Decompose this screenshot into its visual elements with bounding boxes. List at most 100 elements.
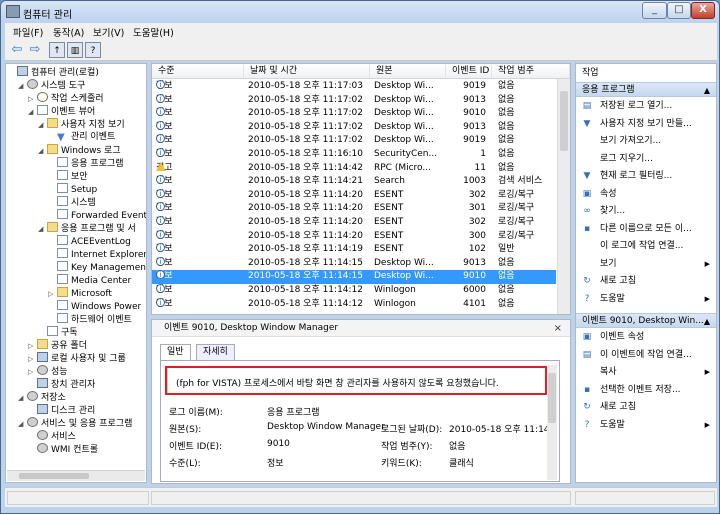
expand-toggle-icon[interactable]: ◢	[38, 145, 47, 158]
menu-file[interactable]: 파일(F)	[13, 25, 43, 39]
action-item[interactable]: 보기 ▶	[576, 257, 716, 272]
action-item[interactable]: ▼ 현재 로그 필터링...	[576, 169, 716, 184]
up-level-icon[interactable]: ↑	[49, 42, 65, 58]
column-source[interactable]: 원본	[370, 64, 446, 79]
back-arrow-icon[interactable]: ⇦	[9, 42, 25, 58]
tree-item[interactable]: ◢ 사용자 지정 보기	[38, 118, 125, 131]
event-row[interactable]: i정보 2010-05-18 오후 11:17:02 Desktop Wi... 90…	[152, 120, 556, 135]
tree-item[interactable]: ▷ 로컬 사용자 및 그룹	[28, 352, 126, 365]
expand-toggle-icon[interactable]: ◢	[18, 80, 27, 93]
tree-item[interactable]: ▷ 성능	[28, 365, 68, 378]
title-bar[interactable]: 컴퓨터 관리 _ □ X	[1, 1, 719, 23]
expand-toggle-icon[interactable]: ◢	[38, 119, 47, 132]
event-row[interactable]: i정보 2010-05-18 오후 11:14:20 ESENT 302 로깅/복구	[152, 188, 556, 203]
tree-item[interactable]: Windows Power	[48, 300, 141, 313]
event-list-scrollbar[interactable]	[557, 79, 570, 314]
action-item[interactable]: ? 도움말 ▶	[576, 418, 716, 433]
action-item[interactable]: ▤ 저장된 로그 열기...	[576, 99, 716, 114]
event-row[interactable]: i정보 2010-05-18 오후 11:16:10 SecurityCen... 1…	[152, 148, 556, 162]
tree-item[interactable]: 보안	[48, 170, 88, 183]
tree-item[interactable]: ▷ 공유 폴더	[28, 339, 87, 352]
tree-item[interactable]: Setup	[48, 183, 97, 196]
action-item[interactable]: ▪ 선택한 이벤트 저장...	[576, 383, 716, 398]
tree-item[interactable]: WMI 컨트롤	[28, 443, 98, 456]
tree-item[interactable]: ◢ 시스템 도구	[18, 79, 85, 92]
detail-scrollbar[interactable]	[547, 365, 557, 480]
maximize-button[interactable]: □	[667, 2, 691, 19]
actions-section-event[interactable]: 이벤트 9010, Desktop Win... ▲	[576, 313, 716, 328]
event-row[interactable]: i정보 2010-05-18 오후 11:14:15 Desktop Wi... 90…	[152, 256, 556, 271]
action-item[interactable]: 로그 지우기...	[576, 152, 716, 167]
event-row[interactable]: i정보 2010-05-18 오후 11:14:19 ESENT 102 일반	[152, 243, 556, 257]
tab-details[interactable]: 자세히	[196, 344, 235, 360]
menu-action[interactable]: 동작(A)	[53, 25, 84, 39]
event-row[interactable]: i정보 2010-05-18 오후 11:14:12 Winlogon 6000 없음	[152, 284, 556, 298]
tree-item[interactable]: ▷ Microsoft	[48, 287, 112, 300]
column-date-time[interactable]: 날짜 및 시간	[244, 64, 370, 79]
expand-toggle-icon[interactable]: ◢	[18, 418, 27, 431]
tree-item[interactable]: Forwarded Event	[48, 209, 146, 222]
event-row[interactable]: i정보 2010-05-18 오후 11:14:15 Desktop Wi... 90…	[152, 270, 556, 284]
tree-item[interactable]: ◢ 이벤트 뷰어	[28, 105, 95, 118]
action-item[interactable]: ▣ 속성	[576, 187, 716, 202]
event-row[interactable]: i정보 2010-05-18 오후 11:14:21 Search 1003 검색 서비…	[152, 175, 556, 189]
tree-item[interactable]: Media Center	[48, 274, 131, 287]
tree-item[interactable]: ◢ 저장소	[18, 391, 66, 404]
tree-item[interactable]: 시스템	[48, 196, 96, 209]
column-task-category[interactable]: 작업 범주	[492, 64, 570, 79]
action-item[interactable]: 이 로그에 작업 연결...	[576, 239, 716, 254]
close-button[interactable]: X	[691, 2, 715, 19]
tree-item[interactable]: ◢ 응용 프로그램 및 서	[38, 222, 136, 235]
action-item[interactable]: ↻ 새로 고침	[576, 274, 716, 289]
tree-item[interactable]: 구독	[38, 326, 78, 339]
tree-item[interactable]: 하드웨어 이벤트	[48, 313, 132, 326]
action-item[interactable]: ↻ 새로 고침	[576, 400, 716, 415]
event-row[interactable]: i정보 2010-05-18 오후 11:14:20 ESENT 300 로깅/복구	[152, 229, 556, 244]
help-icon[interactable]: ?	[85, 42, 101, 58]
action-item[interactable]: ? 도움말 ▶	[576, 292, 716, 307]
column-level[interactable]: 수준	[152, 64, 244, 79]
event-row[interactable]: i정보 2010-05-18 오후 11:17:02 Desktop Wi... 90…	[152, 93, 556, 108]
event-row[interactable]: 경고 2010-05-18 오후 11:14:42 RPC (Micro... 11 없…	[152, 161, 556, 176]
minimize-button[interactable]: _	[642, 2, 667, 19]
tree-item[interactable]: 응용 프로그램	[48, 157, 124, 170]
collapse-icon[interactable]: ▲	[704, 314, 710, 329]
expand-toggle-icon[interactable]: ◢	[28, 106, 37, 119]
actions-section-application[interactable]: 응용 프로그램 ▲	[576, 82, 716, 97]
tree-item[interactable]: Key Management	[48, 261, 146, 274]
event-row[interactable]: i정보 2010-05-18 오후 11:14:20 ESENT 302 로깅/복구	[152, 216, 556, 230]
tree-item[interactable]: ◢ Windows 로그	[38, 144, 121, 157]
forward-arrow-icon[interactable]: ⇨	[27, 42, 43, 58]
show-hide-tree-icon[interactable]: ▥	[67, 42, 83, 58]
action-item[interactable]: ▪ 다른 이름으로 모든 이...	[576, 222, 716, 237]
action-item[interactable]: 보기 가져오기...	[576, 134, 716, 149]
event-row[interactable]: i정보 2010-05-18 오후 11:17:02 Desktop Wi... 90…	[152, 107, 556, 121]
tree-item[interactable]: ▷ 작업 스케줄러	[28, 92, 104, 105]
tree-item[interactable]: 컴퓨터 관리(로컬)	[8, 66, 99, 79]
action-item[interactable]: 복사 ▶	[576, 365, 716, 380]
tab-general[interactable]: 일반	[160, 344, 191, 360]
collapse-icon[interactable]: ▲	[704, 83, 710, 98]
tree-item[interactable]: ACEEventLog	[48, 235, 131, 248]
column-event-id[interactable]: 이벤트 ID	[446, 64, 492, 79]
event-row[interactable]: i정보 2010-05-18 오후 11:17:02 Desktop Wi... 90…	[152, 134, 556, 148]
event-row[interactable]: i정보 2010-05-18 오후 11:14:20 ESENT 301 로깅/복구	[152, 202, 556, 216]
event-row[interactable]: i정보 2010-05-18 오후 11:17:03 Desktop Wi... 90…	[152, 80, 556, 94]
menu-help[interactable]: 도움말(H)	[133, 25, 174, 39]
close-icon[interactable]: ×	[554, 323, 562, 334]
tree-horizontal-scrollbar[interactable]	[7, 470, 145, 481]
tree-item[interactable]: ◢ 서비스 및 응용 프로그램	[18, 417, 132, 430]
tree-item[interactable]: ▼ 관리 이벤트	[48, 131, 115, 144]
action-item[interactable]: ▤ 이 이벤트에 작업 연결...	[576, 348, 716, 363]
action-item[interactable]: ▣ 이벤트 속성	[576, 330, 716, 345]
event-row[interactable]: i정보 2010-05-18 오후 11:14:12 Winlogon 4101 없음	[152, 297, 556, 312]
expand-toggle-icon[interactable]: ◢	[38, 223, 47, 236]
action-item[interactable]: ∞ 찾기...	[576, 204, 716, 219]
tree-item[interactable]: Internet Explorer	[48, 248, 146, 261]
tree-item[interactable]: 서비스	[28, 430, 76, 443]
action-item[interactable]: ▼ 사용자 지정 보기 만들...	[576, 117, 716, 132]
tree-item[interactable]: 디스크 관리	[28, 404, 95, 417]
menu-view[interactable]: 보기(V)	[93, 25, 124, 39]
expand-toggle-icon[interactable]: ◢	[18, 392, 27, 405]
tree-item[interactable]: 장치 관리자	[28, 378, 95, 391]
